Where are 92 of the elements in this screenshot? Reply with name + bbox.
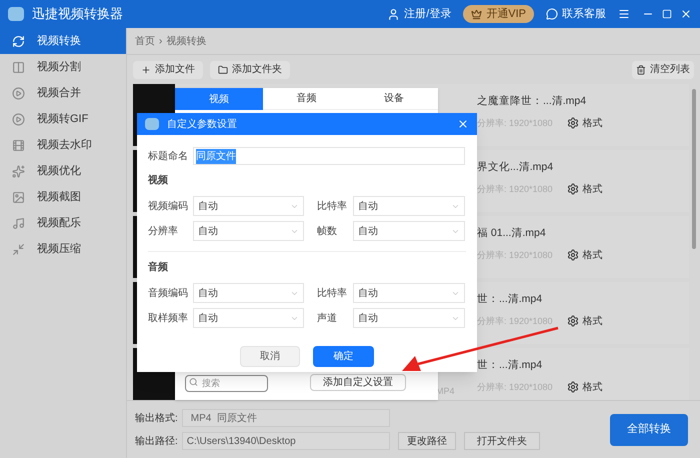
format-tab[interactable]: 视频 bbox=[175, 88, 263, 110]
scrollbar[interactable] bbox=[692, 89, 696, 249]
section-heading: 音频 bbox=[148, 260, 169, 275]
breadcrumb-separator: › bbox=[159, 34, 162, 48]
field-label: 音频编码 bbox=[148, 286, 189, 300]
plus-icon bbox=[141, 64, 151, 74]
field-label: 视频编码 bbox=[148, 200, 189, 214]
search-field[interactable]: 搜索 bbox=[185, 374, 268, 392]
dropdown[interactable]: 自动 bbox=[193, 196, 304, 216]
field-label: 帧数 bbox=[317, 224, 338, 238]
sparkle-icon bbox=[12, 164, 25, 178]
logo-icon bbox=[145, 118, 159, 130]
add-custom-button[interactable]: 添加自定义设置 bbox=[310, 374, 406, 390]
folder-icon bbox=[218, 64, 228, 74]
search-icon bbox=[189, 378, 198, 386]
settings-icon bbox=[566, 381, 579, 394]
format-button[interactable]: 格式 bbox=[566, 116, 603, 131]
format-button[interactable]: 格式 bbox=[566, 314, 603, 329]
settings-icon bbox=[566, 183, 579, 196]
music-icon bbox=[12, 216, 25, 230]
vip-button[interactable]: 开通VIP bbox=[463, 5, 534, 23]
clear-list-button[interactable]: 清空列表 bbox=[632, 60, 694, 78]
file-name: 福 01...清.mp4 bbox=[477, 226, 547, 241]
format-button[interactable]: 格式 bbox=[566, 248, 603, 263]
section-heading: 视频 bbox=[148, 174, 169, 188]
maximize-icon[interactable] bbox=[662, 9, 672, 19]
sidebar-item[interactable]: 视频截图 bbox=[0, 184, 126, 210]
sidebar-item[interactable]: 视频配乐 bbox=[0, 210, 126, 236]
ok-button[interactable]: 确定 bbox=[313, 346, 374, 367]
settings-icon bbox=[566, 117, 579, 130]
compress-icon bbox=[12, 242, 25, 256]
crown-icon bbox=[471, 8, 482, 20]
sidebar-item[interactable]: 视频去水印 bbox=[0, 132, 126, 158]
settings-icon bbox=[566, 249, 579, 262]
name-label: 标题命名 bbox=[148, 150, 189, 164]
field-label: 分辨率 bbox=[148, 224, 179, 238]
format-button[interactable]: 格式 bbox=[566, 182, 603, 197]
format-dropdown[interactable]: MP4 同原文件 bbox=[182, 409, 390, 427]
output-format-label: 输出格式: bbox=[135, 412, 178, 426]
sidebar-item[interactable]: 视频转GIF bbox=[0, 106, 126, 132]
dropdown[interactable]: 自动 bbox=[193, 283, 304, 303]
sidebar-item[interactable]: 视频合并 bbox=[0, 80, 126, 106]
play-icon bbox=[12, 112, 25, 126]
dropdown[interactable]: 自动 bbox=[353, 196, 465, 216]
file-name: 之魔童降世：...清.mp4 bbox=[477, 94, 588, 109]
menu-icon[interactable] bbox=[618, 8, 630, 20]
close-icon[interactable] bbox=[680, 8, 692, 20]
logo-icon bbox=[8, 7, 24, 21]
path-field[interactable]: C:\Users\13940\Desktop bbox=[182, 432, 390, 450]
dropdown[interactable]: 自动 bbox=[353, 308, 465, 328]
breadcrumb-link[interactable]: 首页 bbox=[135, 34, 155, 48]
film-icon bbox=[12, 138, 25, 152]
dialog-title: 自定义参数设置 bbox=[167, 118, 237, 132]
user-icon bbox=[387, 8, 400, 20]
add-folder-button[interactable]: 添加文件夹 bbox=[210, 60, 290, 78]
open-folder-button[interactable]: 打开文件夹 bbox=[464, 432, 540, 450]
split-icon bbox=[12, 60, 25, 74]
play-icon bbox=[12, 86, 25, 100]
sidebar-item[interactable]: 视频转换 bbox=[0, 28, 126, 54]
window-title: 迅捷视频转换器 bbox=[32, 5, 123, 24]
trash-icon bbox=[636, 64, 646, 74]
dropdown[interactable]: 自动 bbox=[353, 221, 465, 241]
format-tab[interactable]: 音频 bbox=[262, 88, 350, 110]
field-label: 取样频率 bbox=[148, 312, 189, 326]
sidebar-item[interactable]: 视频分割 bbox=[0, 54, 126, 80]
login-link[interactable]: 注册/登录 bbox=[404, 6, 452, 22]
change-path-button[interactable]: 更改路径 bbox=[398, 432, 456, 450]
sidebar-item[interactable]: 视频优化 bbox=[0, 158, 126, 184]
convert-icon bbox=[12, 34, 25, 48]
field-value: 同原文件 bbox=[196, 148, 236, 164]
add-file-button[interactable]: 添加文件 bbox=[133, 60, 203, 78]
file-name: 世：...清.mp4 bbox=[477, 292, 544, 307]
field-label: 比特率 bbox=[317, 286, 348, 300]
settings-icon bbox=[566, 315, 579, 328]
chat-icon bbox=[546, 8, 558, 20]
cancel-button[interactable]: 取消 bbox=[240, 346, 300, 367]
file-name: 界文化...清.mp4 bbox=[477, 160, 554, 175]
format-tab[interactable]: 设备 bbox=[350, 88, 438, 110]
dropdown[interactable]: 自动 bbox=[193, 308, 304, 328]
dropdown[interactable]: 自动 bbox=[353, 283, 465, 303]
breadcrumb-current: 视频转换 bbox=[166, 34, 206, 48]
support-link[interactable]: 联系客服 bbox=[562, 6, 606, 22]
format-button[interactable]: 格式 bbox=[566, 380, 603, 395]
dropdown[interactable]: 自动 bbox=[193, 221, 304, 241]
close-icon[interactable] bbox=[457, 118, 469, 130]
output-path-label: 输出路径: bbox=[135, 434, 178, 448]
convert-all-button[interactable]: 全部转换 bbox=[610, 414, 688, 446]
sidebar-item[interactable]: 视频压缩 bbox=[0, 236, 126, 262]
image-icon bbox=[12, 190, 25, 204]
file-name: 世：...清.mp4 bbox=[477, 358, 544, 373]
field-label: 声道 bbox=[317, 312, 338, 326]
field-label: 比特率 bbox=[317, 200, 348, 214]
